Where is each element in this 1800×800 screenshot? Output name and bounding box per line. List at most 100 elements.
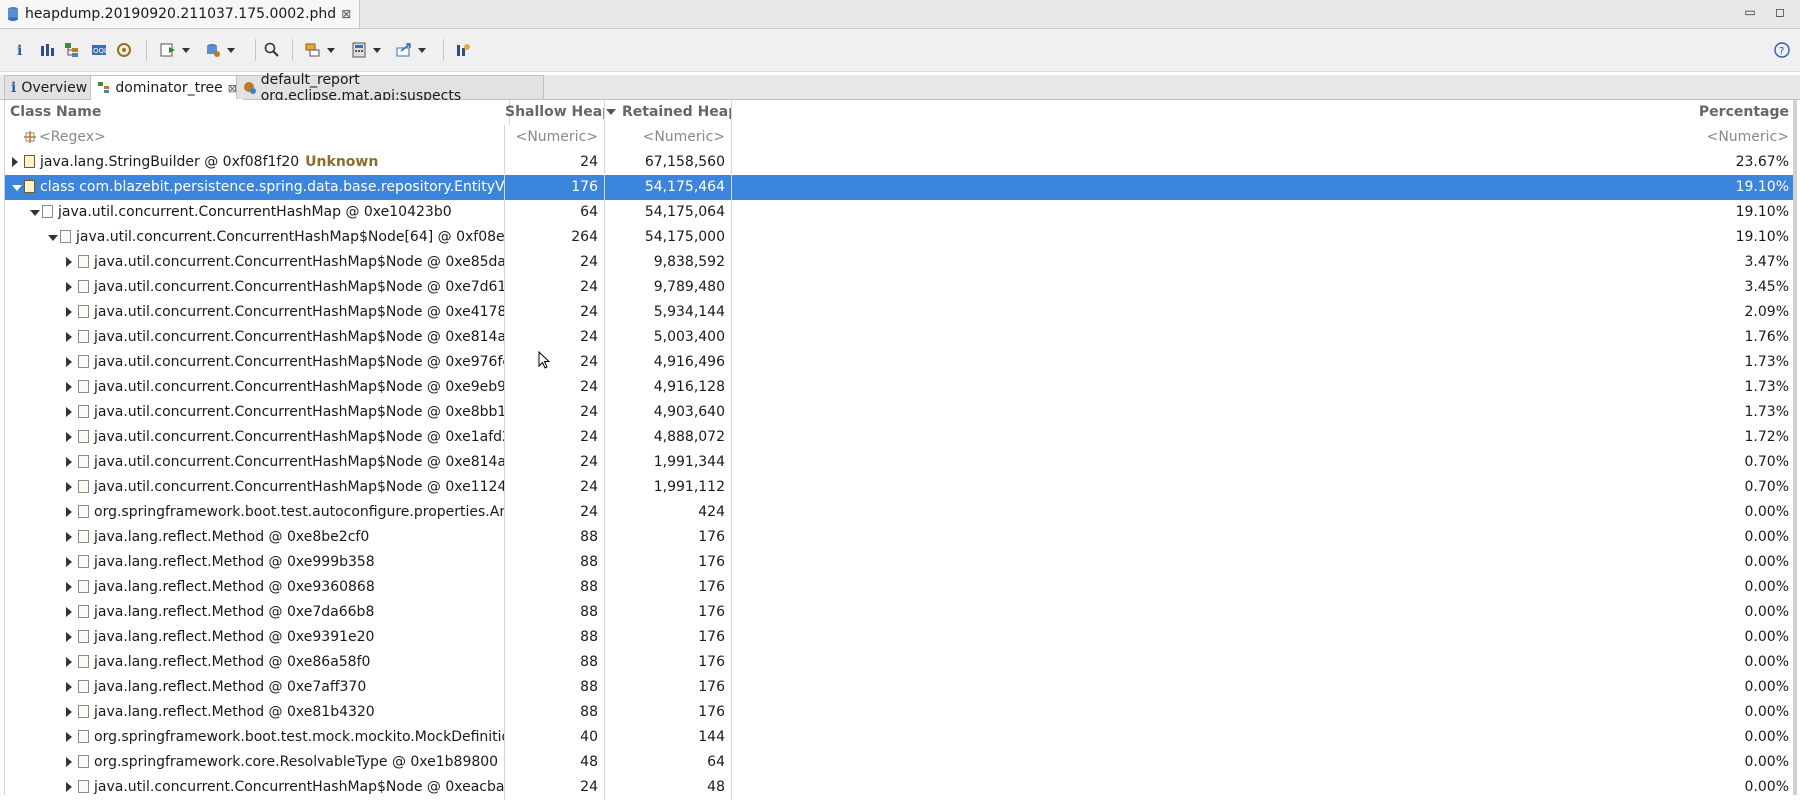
regex-filter-input[interactable]: <Regex> xyxy=(39,125,106,150)
table-row[interactable]: java.lang.reflect.Method @ 0xe7aff370 88 1… xyxy=(5,675,1797,700)
percentage-filter-input[interactable]: <Numeric> xyxy=(733,125,1795,150)
retained-filter-input[interactable]: <Numeric> xyxy=(606,125,732,150)
expand-toggle-icon[interactable] xyxy=(66,582,72,592)
table-row[interactable]: java.util.concurrent.ConcurrentHashMap$N… xyxy=(5,300,1797,325)
object-name: java.lang.reflect.Method @ 0xe8be2cf0 xyxy=(94,529,370,545)
table-row[interactable]: java.util.concurrent.ConcurrentHashMap$N… xyxy=(5,350,1797,375)
expand-toggle-icon[interactable] xyxy=(66,357,72,367)
expand-toggle-icon[interactable] xyxy=(66,682,72,692)
group-by-icon[interactable] xyxy=(305,40,335,60)
expand-toggle-icon[interactable] xyxy=(66,282,72,292)
shallow-heap-cell: 24 xyxy=(505,250,605,275)
shallow-filter-input[interactable]: <Numeric> xyxy=(505,125,605,150)
expand-toggle-icon[interactable] xyxy=(66,757,72,767)
expand-toggle-icon[interactable] xyxy=(66,557,72,567)
editor-tab[interactable]: heapdump.20190920.211037.175.0002.phd ⊠ xyxy=(0,0,361,28)
expand-toggle-icon[interactable] xyxy=(30,210,40,216)
tab-dominator-tree[interactable]: dominator_tree ⊠ xyxy=(90,75,244,100)
histogram-icon[interactable] xyxy=(39,40,55,60)
search-icon[interactable] xyxy=(264,40,280,60)
table-row[interactable]: java.lang.reflect.Method @ 0xe9391e20 88 1… xyxy=(5,625,1797,650)
percentage-cell: 3.45% xyxy=(1744,279,1789,295)
table-row[interactable]: class com.blazebit.persistence.spring.da… xyxy=(5,175,1797,200)
tab-overview[interactable]: i Overview xyxy=(4,75,98,99)
table-row[interactable]: org.springframework.boot.test.autoconfig… xyxy=(5,500,1797,525)
export-icon[interactable] xyxy=(396,40,426,60)
table-row[interactable]: java.lang.reflect.Method @ 0xe86a58f0 88 1… xyxy=(5,650,1797,675)
expand-toggle-icon[interactable] xyxy=(66,732,72,742)
maximize-icon[interactable]: ◻ xyxy=(1772,4,1788,20)
expand-toggle-icon[interactable] xyxy=(66,632,72,642)
expand-toggle-icon[interactable] xyxy=(48,235,58,241)
expand-toggle-icon[interactable] xyxy=(66,482,72,492)
expand-toggle-icon[interactable] xyxy=(66,707,72,717)
expand-toggle-icon[interactable] xyxy=(66,332,72,342)
dominator-tree-icon[interactable] xyxy=(64,40,80,60)
table-row[interactable]: java.lang.reflect.Method @ 0xe7da66b8 88 1… xyxy=(5,600,1797,625)
table-row[interactable]: java.util.concurrent.ConcurrentHashMap$N… xyxy=(5,325,1797,350)
object-icon xyxy=(78,330,89,343)
vertical-scrollbar[interactable] xyxy=(1793,100,1797,795)
expand-toggle-icon[interactable] xyxy=(66,607,72,617)
object-icon xyxy=(78,505,89,518)
table-row[interactable]: java.util.concurrent.ConcurrentHashMap$N… xyxy=(5,225,1797,250)
expand-toggle-icon[interactable] xyxy=(12,185,22,191)
info-icon: i xyxy=(11,79,17,96)
expand-toggle-icon[interactable] xyxy=(66,657,72,667)
percentage-cell: 0.00% xyxy=(1744,554,1789,570)
svg-text:?: ? xyxy=(1779,46,1784,57)
info-icon[interactable]: i xyxy=(15,40,23,60)
expand-toggle-icon[interactable] xyxy=(66,407,72,417)
table-row[interactable]: java.lang.reflect.Method @ 0xe8be2cf0 88 1… xyxy=(5,525,1797,550)
class-name-cell: java.lang.reflect.Method @ 0xe9360868 xyxy=(5,575,505,600)
expand-toggle-icon[interactable] xyxy=(66,782,72,792)
query-browser-icon[interactable] xyxy=(205,40,235,60)
calculate-icon[interactable] xyxy=(351,40,381,60)
table-row[interactable]: java.util.concurrent.ConcurrentHashMap$N… xyxy=(5,475,1797,500)
dominator-tree-table: Class Name Shallow Heap Retained Heap Pe… xyxy=(4,100,1797,800)
expand-toggle-icon[interactable] xyxy=(12,157,18,167)
close-icon[interactable]: ⊠ xyxy=(341,7,351,21)
help-icon[interactable]: ? xyxy=(1774,40,1790,60)
run-report-icon[interactable] xyxy=(160,40,190,60)
column-header-retained-heap[interactable]: Retained Heap xyxy=(606,100,732,125)
column-header-percentage[interactable]: Percentage xyxy=(733,100,1795,125)
table-row[interactable]: java.util.concurrent.ConcurrentHashMap$N… xyxy=(5,375,1797,400)
table-row[interactable]: java.util.concurrent.ConcurrentHashMap$N… xyxy=(5,425,1797,450)
table-row[interactable]: java.lang.reflect.Method @ 0xe999b358 88 1… xyxy=(5,550,1797,575)
expand-toggle-icon[interactable] xyxy=(66,507,72,517)
retained-heap-cell: 424 xyxy=(606,500,732,525)
table-row[interactable]: java.util.concurrent.ConcurrentHashMap$N… xyxy=(5,450,1797,475)
expand-toggle-icon[interactable] xyxy=(66,432,72,442)
tab-default-report[interactable]: default_report org.eclipse.mat.api:suspe… xyxy=(236,72,544,104)
retained-heap-cell: 176 xyxy=(606,600,732,625)
column-header-class-name[interactable]: Class Name xyxy=(5,100,510,125)
retained-heap-cell: 1,991,344 xyxy=(606,450,732,475)
oql-icon[interactable]: OQL xyxy=(91,40,107,60)
heap-dump-overview-icon[interactable] xyxy=(116,40,132,60)
class-name-label: org.springframework.boot.test.autoconfig… xyxy=(94,500,504,525)
column-header-shallow-heap[interactable]: Shallow Heap xyxy=(505,100,605,125)
expand-toggle-icon[interactable] xyxy=(66,382,72,392)
table-row[interactable]: java.lang.reflect.Method @ 0xe9360868 88 1… xyxy=(5,575,1797,600)
minimize-icon[interactable]: ▭ xyxy=(1742,4,1758,20)
table-row[interactable]: java.util.concurrent.ConcurrentHashMap$N… xyxy=(5,275,1797,300)
table-row[interactable]: java.util.concurrent.ConcurrentHashMap$N… xyxy=(5,400,1797,425)
table-row[interactable]: org.springframework.core.ResolvableType … xyxy=(5,750,1797,775)
table-row[interactable]: java.util.concurrent.ConcurrentHashMap @… xyxy=(5,200,1797,225)
table-row[interactable]: java.util.concurrent.ConcurrentHashMap$N… xyxy=(5,775,1797,800)
expand-toggle-icon[interactable] xyxy=(66,257,72,267)
table-row[interactable]: java.lang.StringBuilder @ 0xf08f1f20 Unkn… xyxy=(5,150,1797,175)
table-row[interactable]: java.util.concurrent.ConcurrentHashMap$N… xyxy=(5,250,1797,275)
retained-heap-cell: 176 xyxy=(606,550,732,575)
object-name: java.util.concurrent.ConcurrentHashMap$N… xyxy=(94,379,505,395)
expand-toggle-icon[interactable] xyxy=(66,532,72,542)
filter-cell[interactable]: <Regex> xyxy=(5,125,505,150)
table-row[interactable]: org.springframework.boot.test.mock.mocki… xyxy=(5,725,1797,750)
expand-toggle-icon[interactable] xyxy=(66,307,72,317)
table-row[interactable]: java.lang.reflect.Method @ 0xe81b4320 88 1… xyxy=(5,700,1797,725)
class-name-cell: java.util.concurrent.ConcurrentHashMap$N… xyxy=(5,350,505,375)
find-leaks-icon[interactable] xyxy=(455,40,471,60)
shallow-heap-cell: 24 xyxy=(505,275,605,300)
expand-toggle-icon[interactable] xyxy=(66,457,72,467)
